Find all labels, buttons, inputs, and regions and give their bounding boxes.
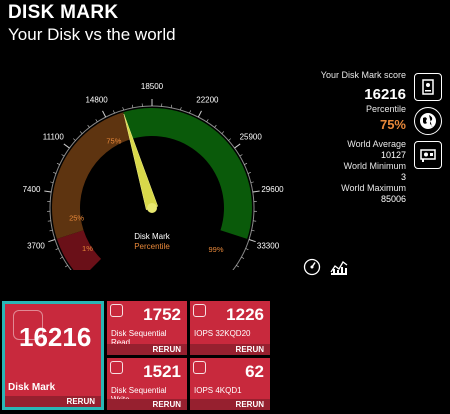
gauge-tick: [234, 143, 241, 149]
score-panel: Your Disk Mark score 16216 Percentile 75…: [300, 70, 406, 205]
page-title: DISK MARK: [8, 2, 119, 23]
seq-write-tile[interactable]: 1521 Disk Sequential Write RERUN: [107, 358, 187, 410]
rerun-button[interactable]: RERUN: [5, 396, 101, 407]
gauge-tick: [56, 163, 60, 165]
tile-value: 1752: [143, 305, 181, 324]
tile-value: 16216: [19, 322, 92, 352]
gauge-tick: [252, 190, 260, 193]
tile-label: IOPS 4KQD1: [194, 386, 242, 395]
gauge-tick: [170, 104, 172, 108]
gauge-tick: [221, 131, 225, 134]
globe-icon[interactable]: [414, 107, 442, 135]
gauge-center-label: Disk Mark: [134, 232, 171, 241]
gauge-tick: [251, 229, 255, 232]
gauge-tick: [132, 104, 134, 108]
gauge-tick: [61, 154, 65, 157]
tile-value: 62: [245, 362, 264, 381]
gauge-tick: [79, 131, 83, 134]
rerun-button[interactable]: RERUN: [190, 344, 270, 355]
gauge-tick: [50, 181, 54, 183]
gauge-tick: [189, 110, 191, 114]
tile-label: IOPS 32KQD20: [194, 329, 251, 338]
seq-read-tile[interactable]: 1752 Disk Sequential Read RERUN: [107, 301, 187, 355]
gauge-tick-label: 25900: [240, 132, 263, 141]
gauge-tick: [228, 138, 231, 141]
gauge-center-sublabel: Percentile: [134, 242, 170, 251]
disk-icon: [193, 304, 206, 317]
gauge-percentile-label: 99%: [209, 245, 224, 254]
gauge-tick: [197, 110, 202, 118]
gauge-tick: [206, 119, 209, 123]
disk-icon: [193, 361, 206, 374]
world-average-label: World Average: [347, 139, 406, 149]
world-maximum-label: World Maximum: [341, 183, 406, 193]
world-maximum-value: 85006: [380, 194, 406, 204]
rerun-button[interactable]: RERUN: [107, 399, 187, 410]
world-average-value: 10127: [380, 150, 406, 160]
disk-mark-tile[interactable]: 16216 Disk Mark RERUN: [2, 301, 104, 410]
gauge-percentile-label: 25%: [69, 213, 84, 222]
gauge-tick: [87, 124, 90, 128]
disk-icon[interactable]: [414, 73, 442, 101]
gauge-tick-label: 3700: [27, 242, 45, 251]
gauge-percentile-label: 1%: [82, 244, 93, 253]
card-icon[interactable]: [414, 141, 442, 169]
gauge-tick: [49, 229, 53, 232]
rerun-button[interactable]: RERUN: [190, 399, 270, 410]
gauge-tick-label: 33300: [257, 242, 280, 251]
gauge-tick: [55, 248, 59, 250]
gauge-tick: [73, 138, 76, 141]
gauge-tick: [122, 107, 124, 111]
gauge-tick: [53, 172, 57, 174]
gauge-tick: [250, 181, 254, 183]
world-minimum-label: World Minimum: [343, 161, 406, 171]
gauge-tick: [245, 248, 249, 250]
tile-value: 1521: [143, 362, 181, 381]
gauge-tick-label: 7400: [23, 185, 41, 194]
gauge-tick-label: 14800: [85, 95, 108, 104]
gauge-hub: [147, 203, 157, 213]
gauge-tick-label: 18500: [141, 82, 164, 91]
rerun-button[interactable]: RERUN: [107, 344, 187, 355]
gauge-tick: [48, 239, 56, 243]
score-value: 16216: [364, 86, 406, 103]
speedometer-icon[interactable]: [303, 258, 321, 276]
gauge-tick: [241, 256, 245, 259]
percentile-label: Percentile: [365, 104, 406, 114]
world-minimum-value: 3: [400, 172, 406, 182]
percentile-value: 75%: [379, 117, 406, 132]
iops4-tile[interactable]: 62 IOPS 4KQD1 RERUN: [190, 358, 270, 410]
gauge-band-mid: [51, 112, 132, 239]
iops32-tile[interactable]: 1226 IOPS 32KQD20 RERUN: [190, 301, 270, 355]
gauge-tick: [244, 163, 248, 165]
gauge-percentile-label: 75%: [106, 137, 121, 146]
gauge-tick-label: 22200: [196, 95, 219, 104]
gauge-tick: [180, 107, 182, 111]
gauge-tick: [44, 190, 52, 193]
gauge-tick: [64, 265, 68, 268]
gauge-tick: [63, 143, 70, 149]
gauge-tick-label: 11100: [43, 132, 65, 141]
chart-icon[interactable]: [330, 258, 348, 276]
tile-label: Disk Mark: [8, 382, 56, 393]
gauge-tick: [247, 172, 251, 174]
gauge-tick-label: 29600: [261, 185, 284, 194]
disk-icon: [110, 361, 123, 374]
gauge-tick: [214, 124, 217, 128]
gauge-tick: [113, 110, 115, 114]
score-label: Your Disk Mark score: [320, 70, 406, 80]
page-subtitle: Your Disk vs the world: [8, 25, 176, 44]
gauge-tick: [59, 256, 63, 259]
tile-value: 1226: [226, 305, 264, 324]
gauge-tick: [239, 154, 243, 157]
gauge-tick: [248, 239, 256, 243]
gauge-tick: [236, 265, 240, 268]
gauge-tick: [95, 119, 98, 123]
percentile-gauge: 0370074001110014800185002220025900296003…: [23, 82, 284, 270]
gauge-tick: [102, 110, 107, 118]
disk-icon: [110, 304, 123, 317]
